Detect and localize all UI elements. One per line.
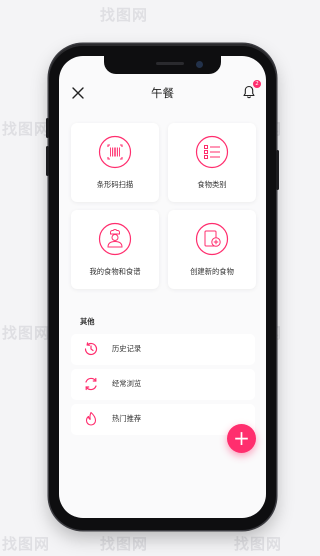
card-label: 食物类别 xyxy=(197,180,227,189)
list-item-label: 历史记录 xyxy=(112,344,142,353)
watermark: 找图网 xyxy=(2,535,51,553)
card-label: 条形码扫描 xyxy=(96,180,134,189)
speaker xyxy=(156,62,184,65)
notch xyxy=(104,56,221,74)
add-button[interactable]: + xyxy=(227,424,256,453)
page-title: 午餐 xyxy=(151,86,174,100)
list-item-label: 热门推荐 xyxy=(112,414,142,423)
list-item-label: 经常浏览 xyxy=(112,379,142,388)
list-item-frequent[interactable]: 经常浏览 xyxy=(71,369,255,400)
add-food-icon xyxy=(195,222,229,256)
history-icon xyxy=(84,342,98,356)
fire-icon xyxy=(85,411,97,426)
chef-icon xyxy=(98,222,132,256)
barcode-icon xyxy=(98,135,132,169)
refresh-icon xyxy=(85,377,97,391)
watermark: 找图网 xyxy=(234,535,283,553)
watermark: 找图网 xyxy=(100,6,149,24)
list-item-popular[interactable]: 热门推荐 xyxy=(71,404,255,435)
card-food-category[interactable]: 食物类别 xyxy=(168,123,256,202)
watermark: 找图网 xyxy=(100,535,149,553)
notification-badge: 2 xyxy=(253,80,261,88)
side-button xyxy=(276,150,279,190)
card-label: 我的食物和食谱 xyxy=(89,267,141,276)
card-barcode-scan[interactable]: 条形码扫描 xyxy=(71,123,159,202)
app-screen: 午餐 2 条形码扫描 食物类别 我的食物和食谱 创建新的食物 其他 历史记录 经… xyxy=(59,56,266,518)
section-title-other: 其他 xyxy=(80,317,95,326)
watermark: 找图网 xyxy=(2,120,51,138)
top-bar: 午餐 2 xyxy=(59,80,266,110)
list-item-history[interactable]: 历史记录 xyxy=(71,334,255,365)
category-list-icon xyxy=(195,135,229,169)
card-my-food-recipes[interactable]: 我的食物和食谱 xyxy=(71,210,159,289)
side-button xyxy=(46,118,49,138)
watermark: 找图网 xyxy=(2,324,51,342)
card-label: 创建新的食物 xyxy=(190,267,234,276)
card-create-food[interactable]: 创建新的食物 xyxy=(168,210,256,289)
side-button xyxy=(46,146,49,176)
camera xyxy=(196,61,203,68)
